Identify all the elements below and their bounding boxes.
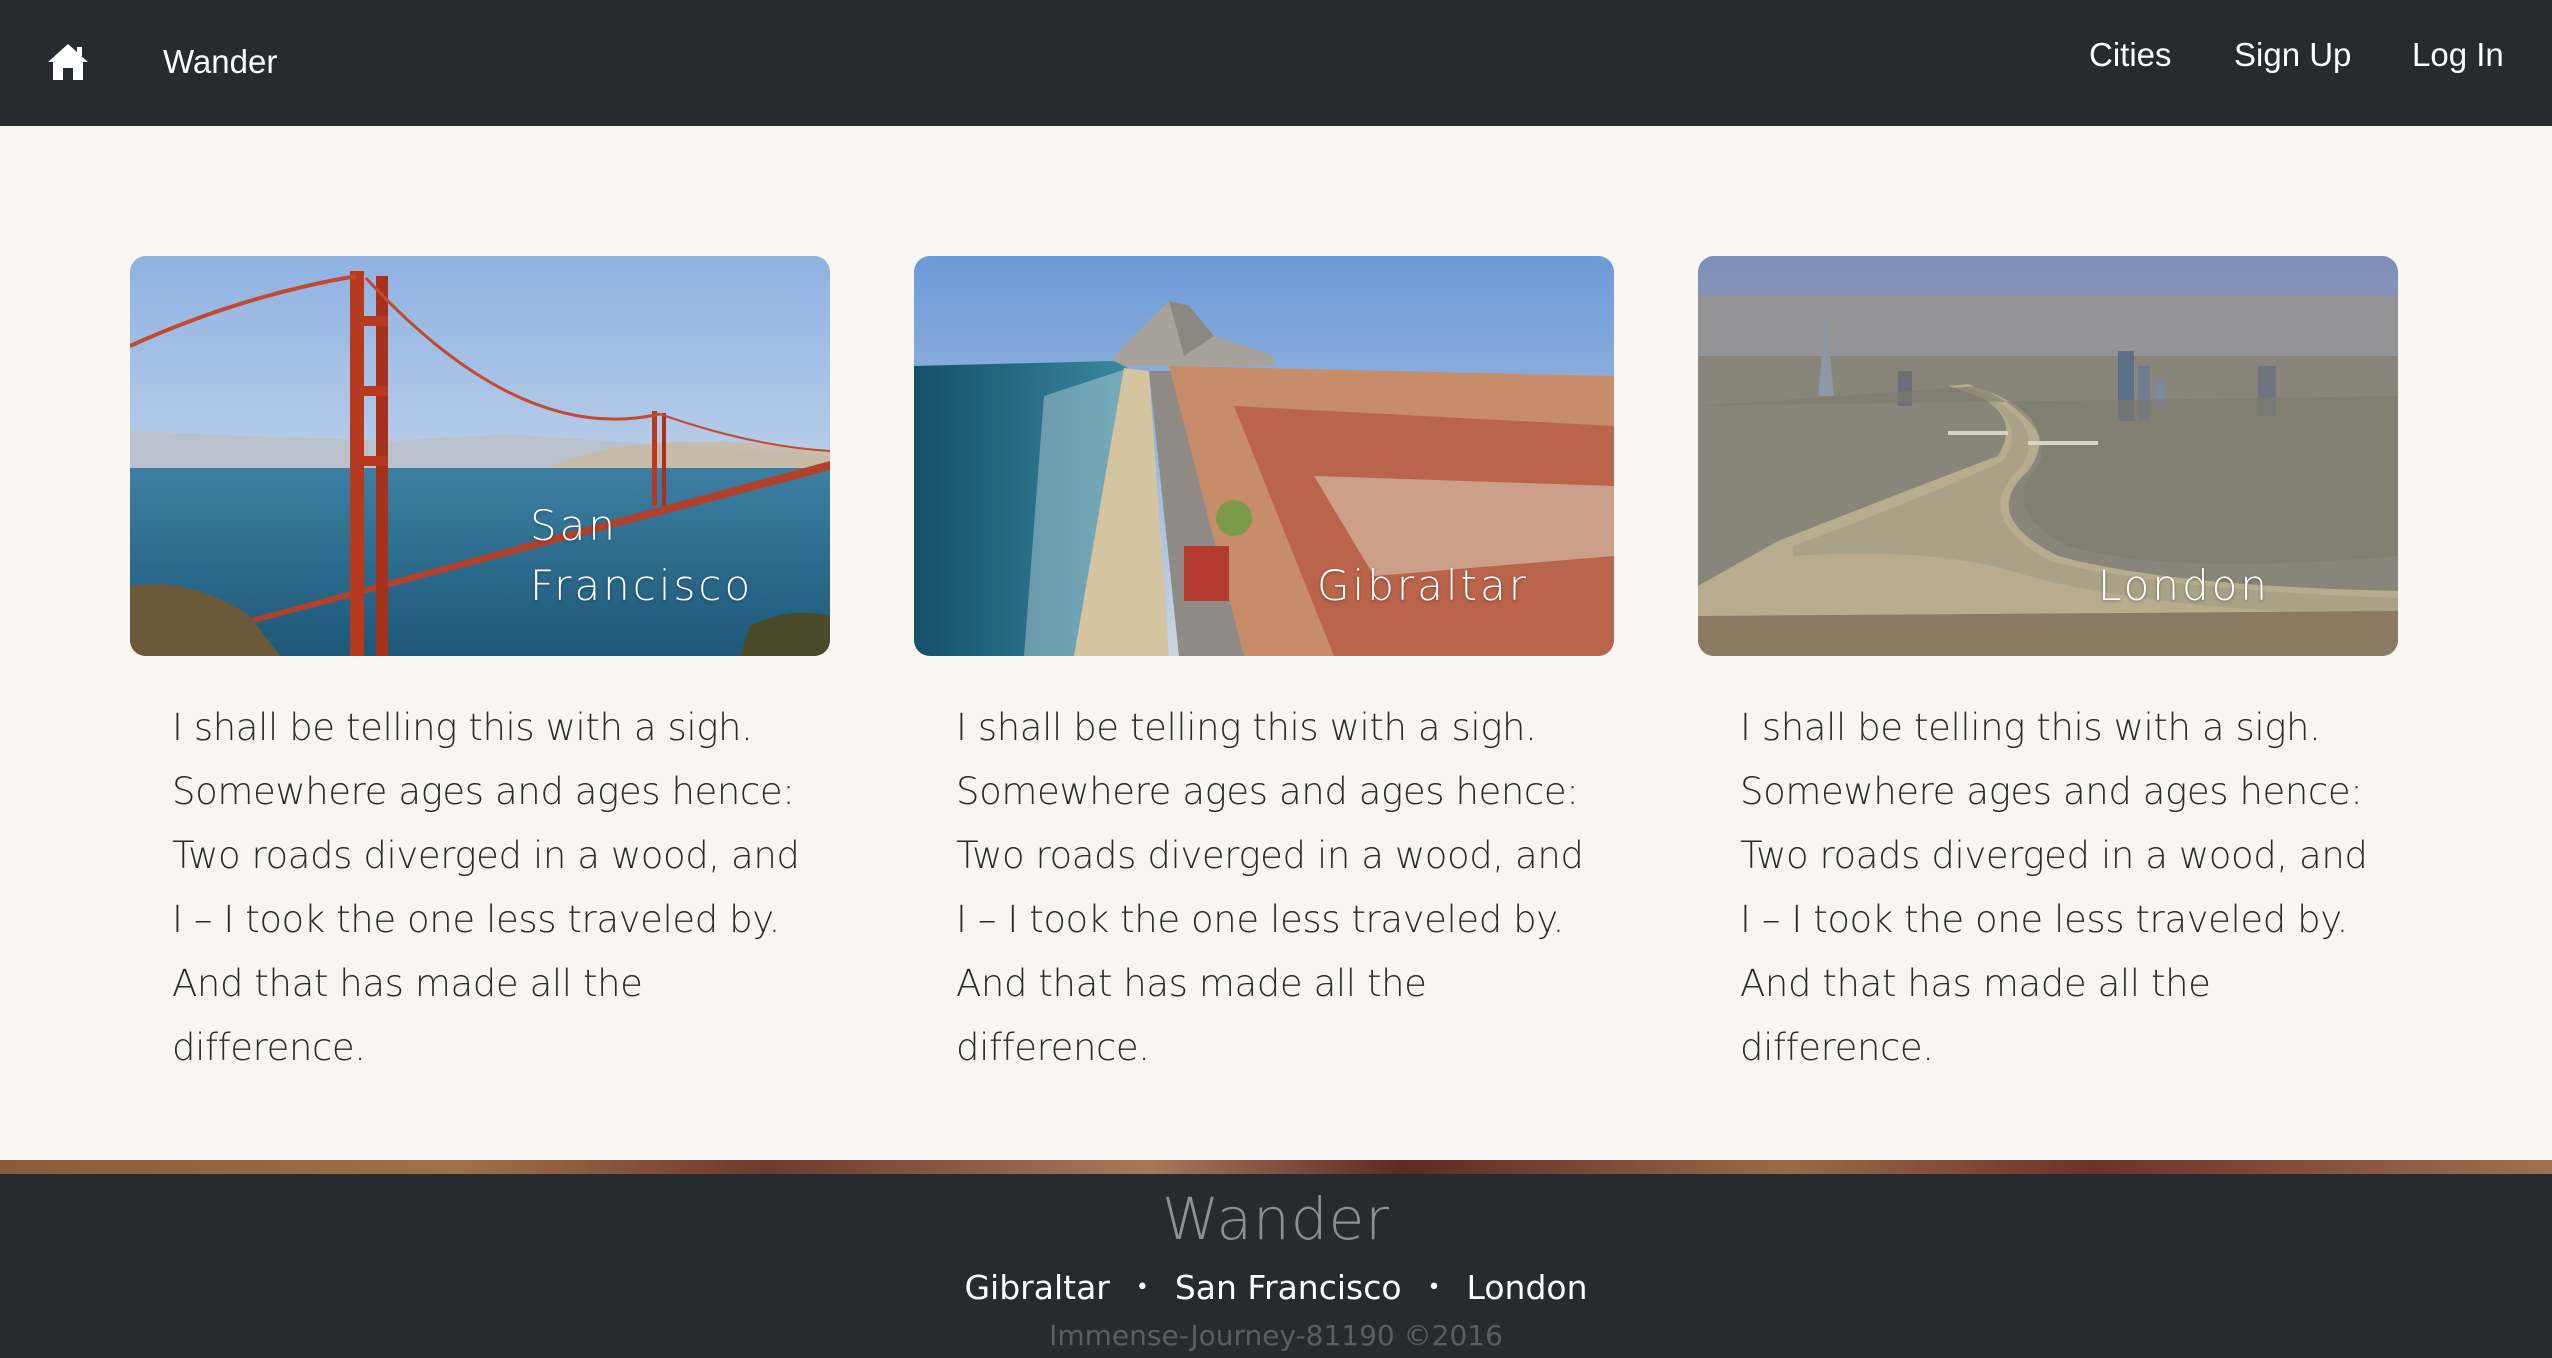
city-card-gibraltar: Gibraltar I shall be telling this with a…: [914, 256, 1614, 1080]
card-description: I shall be telling this with a sigh. Som…: [172, 706, 800, 1069]
nav-log-in-link[interactable]: Log In: [2412, 30, 2504, 80]
nav-cities-link[interactable]: Cities: [2089, 30, 2172, 80]
card-title: Gibraltar: [1317, 561, 1530, 610]
footer-link-london[interactable]: London: [1467, 1266, 1588, 1310]
san-francisco-image[interactable]: San Francisco: [130, 256, 830, 656]
footer-separator: •: [1135, 1275, 1149, 1300]
navbar: Wander Cities Sign Up Log In: [0, 0, 2552, 126]
city-card-london: London I shall be telling this with a si…: [1698, 256, 2398, 1080]
footer-link-san-francisco[interactable]: San Francisco: [1175, 1266, 1402, 1310]
footer-link-gibraltar[interactable]: Gibraltar: [964, 1266, 1109, 1310]
footer-background-strip: [0, 1160, 2552, 1174]
card-description: I shall be telling this with a sigh. Som…: [956, 706, 1584, 1069]
gibraltar-image[interactable]: Gibraltar: [914, 256, 1614, 656]
card-title: London: [2098, 561, 2270, 610]
city-card-san-francisco: San Francisco I shall be telling this wi…: [130, 256, 830, 1080]
footer-links: Gibraltar • San Francisco • London: [0, 1266, 2552, 1310]
footer-copyright: Immense-Journey-81190 ©2016: [1049, 1319, 1503, 1352]
footer-separator: •: [1427, 1275, 1441, 1300]
footer-brand: Wander: [1161, 1185, 1391, 1253]
london-image[interactable]: London: [1698, 256, 2398, 656]
footer: Wander Gibraltar • San Francisco • Londo…: [0, 1174, 2552, 1358]
card-description: I shall be telling this with a sigh. Som…: [1740, 706, 2368, 1069]
brand-link[interactable]: Wander: [163, 40, 277, 84]
nav-sign-up-link[interactable]: Sign Up: [2234, 30, 2351, 80]
card-title: San Francisco: [530, 501, 754, 610]
home-icon[interactable]: [46, 42, 90, 82]
